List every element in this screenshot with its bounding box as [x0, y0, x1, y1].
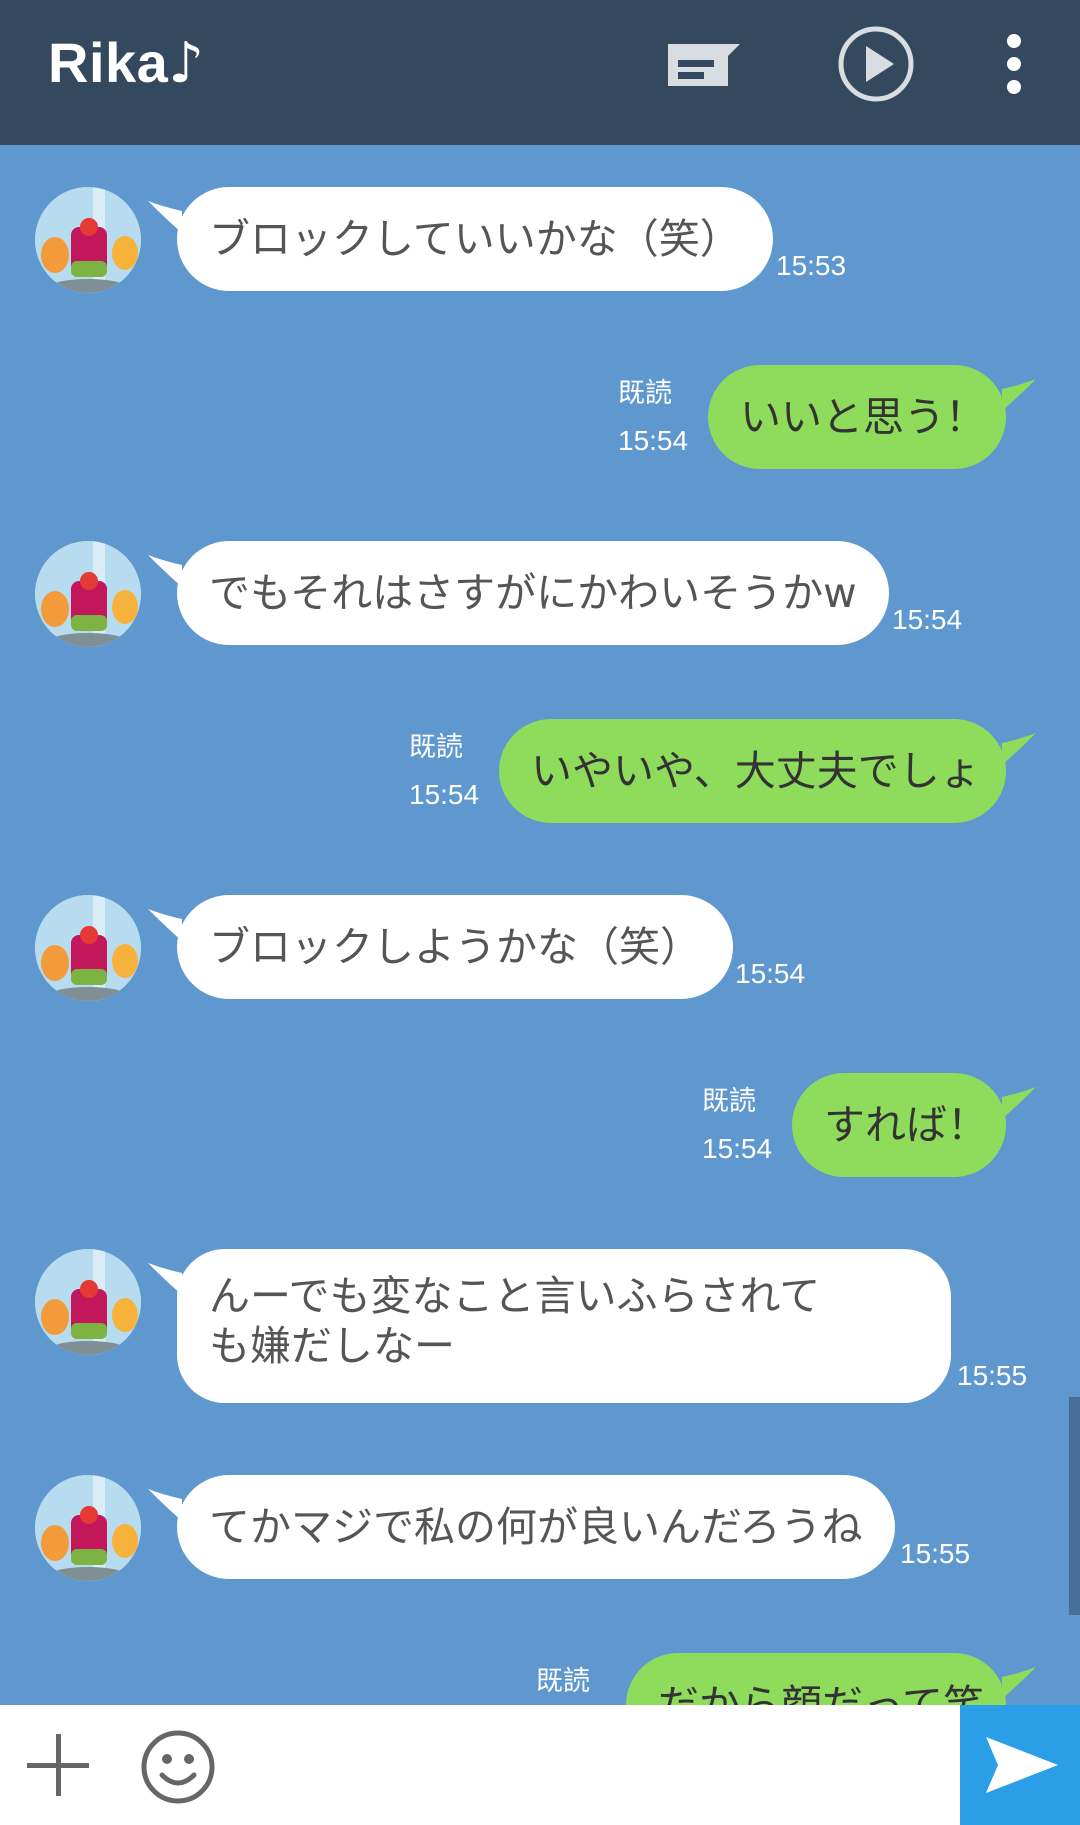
message-time: 15:54	[409, 779, 480, 810]
bubble-tail	[1002, 1667, 1036, 1699]
note-icon[interactable]	[664, 24, 744, 104]
avatar[interactable]	[35, 1475, 141, 1581]
message-text: ブロックしていいかな（笑）	[209, 215, 741, 263]
message-time: 15:55	[957, 1360, 1028, 1391]
read-receipt: 既読	[409, 732, 463, 763]
message-text: てかマジで私の何が良いんだろうね	[209, 1503, 863, 1551]
message-text: すれば！	[824, 1101, 988, 1149]
play-icon[interactable]	[836, 24, 916, 104]
bubble-tail	[1002, 1087, 1036, 1119]
message-time: 15:55	[900, 1538, 971, 1569]
message-time: 15:54	[702, 1133, 773, 1164]
message-bubble-incoming[interactable]: でもそれはさすがにかわいそうかw	[177, 541, 889, 645]
avatar[interactable]	[35, 895, 141, 1001]
avatar[interactable]	[35, 541, 141, 647]
emoji-icon[interactable]	[140, 1729, 216, 1805]
message-text: いいと思う！	[740, 393, 986, 441]
bubble-tail	[1002, 733, 1036, 765]
message-time: 15:53	[776, 250, 847, 281]
title-symbol: ♪	[168, 31, 205, 96]
scrollbar[interactable]	[1069, 1397, 1080, 1615]
message-bubble-incoming[interactable]: んーでも変なこと言いふらされても嫌だしなー	[177, 1249, 951, 1403]
message-bubble-incoming[interactable]: ブロックしようかな（笑）	[177, 895, 733, 999]
send-button[interactable]	[960, 1705, 1080, 1825]
read-receipt: 既読	[702, 1086, 756, 1117]
message-bubble-outgoing[interactable]: すれば！	[792, 1073, 1006, 1177]
message-bubble-outgoing[interactable]: いやいや、大丈夫でしょ	[499, 719, 1006, 823]
message-time: 15:54	[735, 958, 806, 989]
avatar[interactable]	[35, 187, 141, 293]
input-bar	[0, 1705, 1080, 1825]
message-text: ブロックしようかな（笑）	[209, 923, 701, 971]
contact-name: Rika	[48, 31, 169, 94]
message-bubble-incoming[interactable]: ブロックしていいかな（笑）	[177, 187, 773, 291]
message-bubble-outgoing[interactable]: いいと思う！	[708, 365, 1006, 469]
message-bubble-outgoing[interactable]: だから顔だって笑	[626, 1653, 1006, 1705]
avatar[interactable]	[35, 1249, 141, 1355]
message-text: んーでも変なこと言いふらされても嫌だしなー	[209, 1272, 821, 1370]
message-time: 15:54	[892, 604, 963, 635]
message-text: だから顔だって笑	[658, 1681, 984, 1705]
send-icon	[986, 1737, 1058, 1793]
read-receipt: 既読	[618, 378, 672, 409]
plus-icon[interactable]	[25, 1732, 91, 1798]
chat-title[interactable]: Rika♪	[48, 30, 205, 96]
more-vert-icon[interactable]	[976, 24, 1056, 104]
chat-header: Rika♪	[0, 0, 1080, 145]
message-time: 15:54	[618, 425, 689, 456]
message-text: でもそれはさすがにかわいそうかw	[209, 569, 857, 617]
message-bubble-incoming[interactable]: てかマジで私の何が良いんだろうね	[177, 1475, 895, 1579]
message-text: いやいや、大丈夫でしょ	[531, 747, 981, 795]
message-list[interactable]: ブロックしていいかな（笑） 15:53 既読 15:54 いいと思う！ でもそれ…	[0, 145, 1080, 1705]
read-receipt: 既読	[536, 1666, 590, 1697]
bubble-tail	[1002, 379, 1036, 411]
